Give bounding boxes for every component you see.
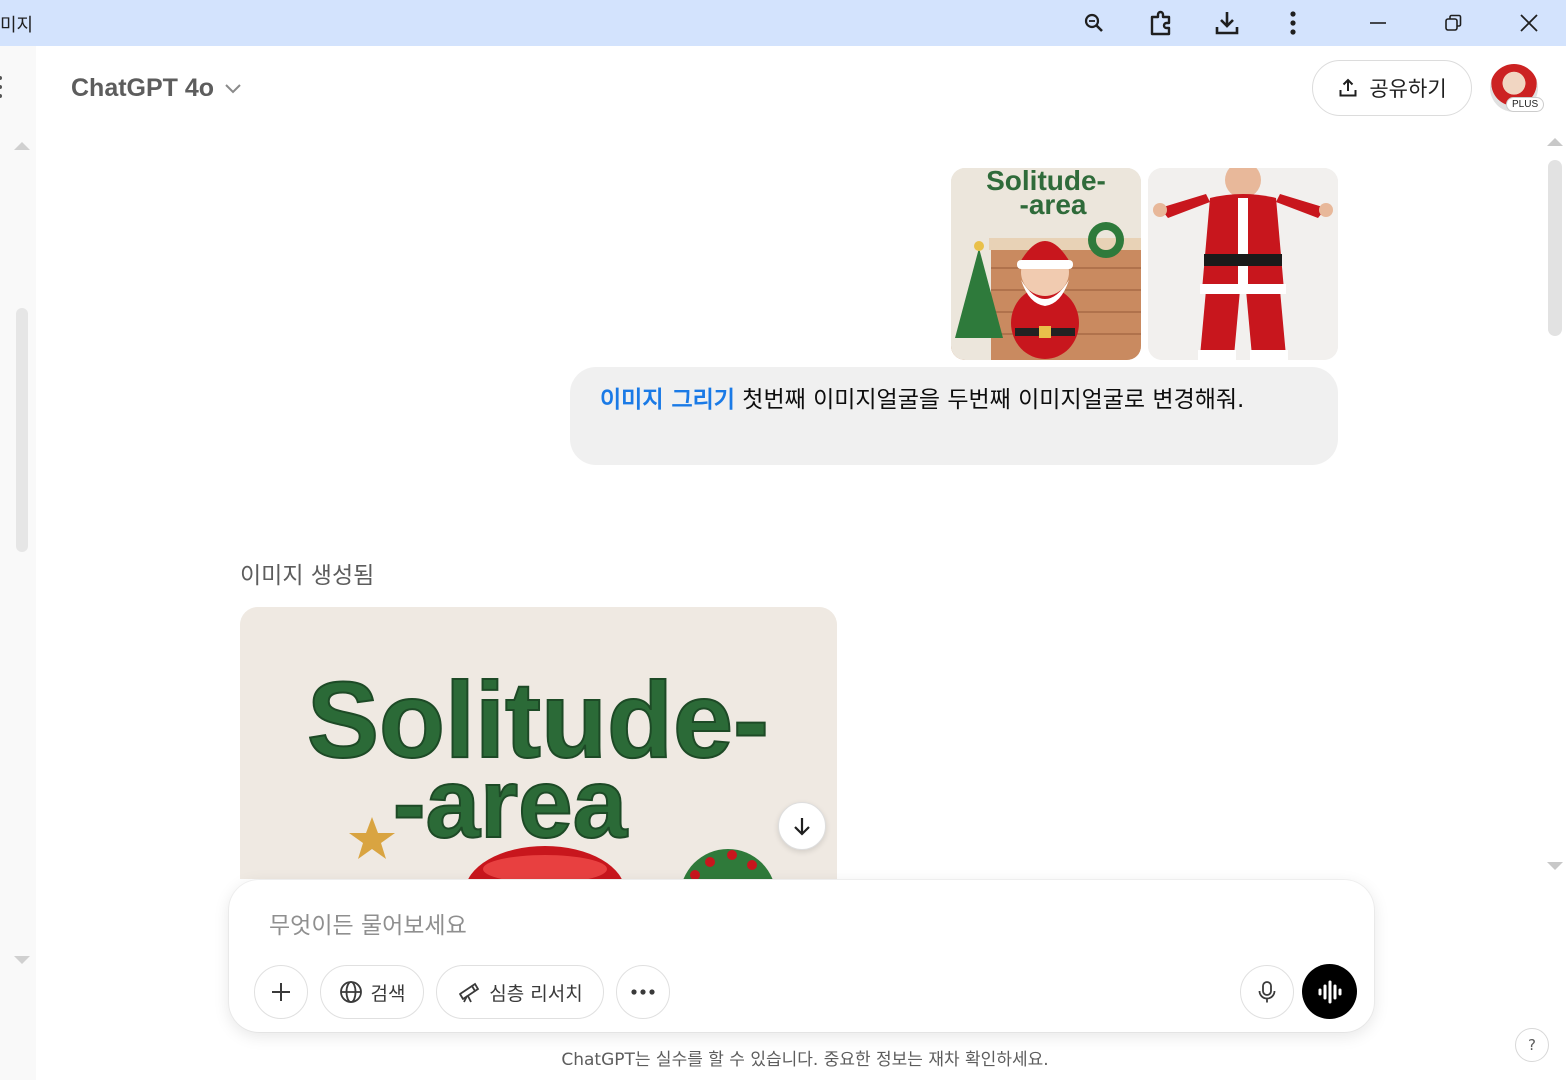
page-scroll-up-arrow[interactable]	[1547, 138, 1563, 146]
attached-image-santa-costume-photo[interactable]	[1148, 168, 1338, 360]
voice-wave-icon	[1318, 980, 1341, 1003]
image-generated-status: 이미지 생성됨	[240, 563, 375, 589]
globe-icon	[339, 981, 362, 1003]
dictate-button[interactable]	[1240, 965, 1294, 1019]
more-tools-button[interactable]	[616, 965, 670, 1019]
search-button[interactable]: 검색	[320, 965, 424, 1019]
deep-research-button[interactable]: 심층 리서치	[436, 965, 604, 1019]
model-name: ChatGPT 4o	[71, 74, 215, 102]
scroll-up-arrow[interactable]	[14, 142, 30, 150]
sidebar-strip	[0, 46, 36, 1080]
model-selector[interactable]: ChatGPT 4o	[71, 74, 242, 103]
sidebar-scrollbar-thumb[interactable]	[16, 308, 28, 552]
browser-titlebar: 미지	[0, 0, 1566, 46]
arrow-down-icon	[794, 818, 810, 836]
message-composer: 무엇이든 물어보세요 검색 심층 리서치	[229, 880, 1374, 1032]
share-icon	[1339, 78, 1357, 97]
restore-icon[interactable]	[1425, 0, 1481, 46]
scroll-down-arrow[interactable]	[14, 956, 30, 964]
help-label: ?	[1528, 1036, 1536, 1054]
scroll-to-bottom-button[interactable]	[778, 802, 826, 850]
chevron-down-icon	[225, 83, 241, 93]
help-button[interactable]: ?	[1515, 1028, 1549, 1062]
download-icon[interactable]	[1199, 0, 1255, 46]
search-label: 검색	[370, 982, 406, 1005]
user-message-text: 첫번째 이미지얼굴을 두번째 이미지얼굴로 변경해줘.	[734, 387, 1245, 413]
ellipsis-icon	[631, 989, 655, 995]
generated-image[interactable]: Solitude- -area	[240, 607, 837, 879]
voice-mode-button[interactable]	[1302, 964, 1357, 1019]
page-scroll-down-arrow[interactable]	[1547, 862, 1563, 870]
deep-research-label: 심층 리서치	[489, 982, 583, 1005]
generated-image-title-line2: -area	[393, 748, 629, 858]
user-message-bubble: 이미지 그리기 첫번째 이미지얼굴을 두번째 이미지얼굴로 변경해줘.	[570, 367, 1338, 465]
tab-title: 미지	[0, 15, 34, 36]
sidebar-menu-icon[interactable]	[0, 76, 4, 100]
composer-input[interactable]: 무엇이든 물어보세요	[269, 906, 467, 940]
page-scrollbar-thumb[interactable]	[1548, 160, 1562, 336]
attached-image-title-line2: -area	[1020, 189, 1087, 220]
plus-icon	[272, 983, 290, 1001]
more-icon[interactable]	[1265, 0, 1321, 46]
microphone-icon	[1258, 981, 1276, 1003]
minimize-icon[interactable]	[1350, 0, 1406, 46]
share-button[interactable]: 공유하기	[1312, 60, 1472, 116]
close-icon[interactable]	[1501, 0, 1557, 46]
image-tool-tag[interactable]: 이미지 그리기	[600, 387, 735, 413]
share-label: 공유하기	[1369, 77, 1447, 101]
plan-badge: PLUS	[1506, 97, 1545, 112]
attach-button[interactable]	[254, 965, 308, 1019]
telescope-icon	[459, 982, 480, 1003]
extensions-icon[interactable]	[1133, 0, 1189, 46]
zoom-icon[interactable]	[1066, 0, 1122, 46]
attached-image-santa-figure[interactable]: Solitude- -area	[951, 168, 1141, 360]
disclaimer: ChatGPT는 실수를 할 수 있습니다. 중요한 정보는 재차 확인하세요.	[561, 1050, 1049, 1070]
